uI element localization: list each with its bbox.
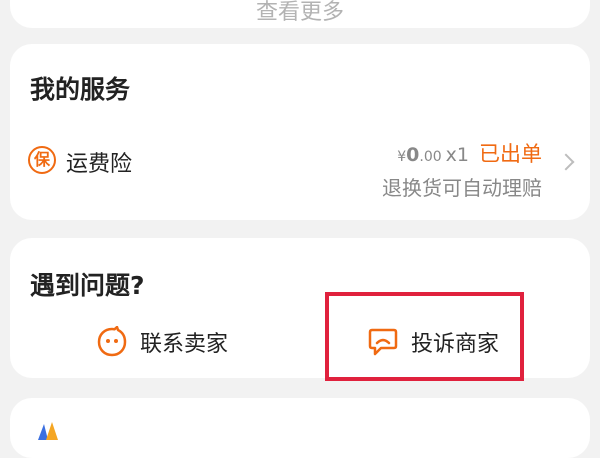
service-subtext: 退换货可自动理赔 bbox=[382, 176, 542, 200]
view-more-link[interactable]: 查看更多 bbox=[10, 0, 590, 26]
shipping-insurance-row[interactable]: 保 运费险 ¥0.00 x1 已出单 退换货可自动理赔 bbox=[28, 138, 575, 201]
contact-seller-button[interactable]: 联系卖家 bbox=[96, 320, 228, 364]
services-title: 我的服务 bbox=[30, 75, 131, 104]
smiley-chat-icon bbox=[97, 326, 127, 357]
quantity: x1 bbox=[445, 144, 469, 166]
bottom-card bbox=[10, 398, 590, 458]
service-details: ¥0.00 x1 已出单 退换货可自动理赔 bbox=[382, 138, 542, 201]
currency-symbol: ¥ bbox=[397, 149, 407, 165]
my-services-card: 我的服务 保 运费险 ¥0.00 x1 已出单 退换货可自动理赔 bbox=[10, 44, 590, 220]
problem-title: 遇到问题? bbox=[30, 271, 145, 300]
top-card: 查看更多 bbox=[10, 0, 590, 28]
price-line: ¥0.00 x1 已出单 bbox=[382, 138, 542, 168]
status-badge: 已出单 bbox=[479, 142, 542, 166]
insurance-bao-icon: 保 bbox=[28, 146, 56, 174]
amount-decimal: .00 bbox=[419, 149, 442, 165]
amount-integer: 0 bbox=[406, 144, 420, 166]
highlight-box bbox=[325, 292, 524, 381]
chevron-right-icon[interactable] bbox=[557, 153, 575, 171]
brand-logo-icon bbox=[38, 422, 58, 440]
service-name: 运费险 bbox=[66, 152, 133, 177]
contact-seller-label: 联系卖家 bbox=[140, 332, 229, 357]
